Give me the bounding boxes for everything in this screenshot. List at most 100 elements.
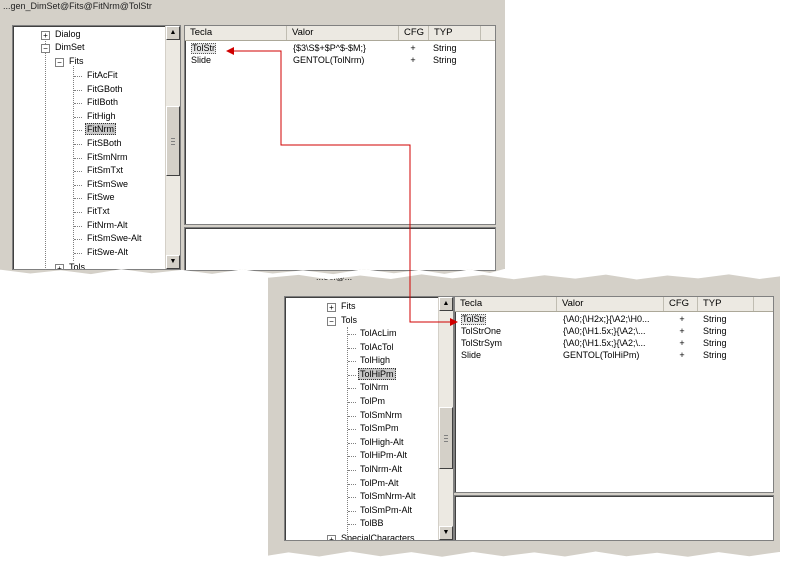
scrollbar-thumb[interactable] [166, 106, 180, 176]
description-panel[interactable] [184, 227, 496, 271]
tree-guide-line [348, 510, 356, 512]
down-arrow-icon[interactable]: ▼ [439, 526, 453, 540]
window-title: ...gen_DimSet@Fits@FitNrm@TolStr [3, 1, 152, 11]
tree-node-label: FitAcFit [87, 70, 118, 80]
scrollbar-thumb[interactable] [439, 407, 453, 469]
tree-node-fits[interactable]: + Fits [327, 300, 358, 313]
tree-node-specialcharacters[interactable]: + SpecialCharacters [327, 532, 417, 540]
column-header-cfg[interactable]: CFG [664, 297, 698, 311]
tree-node-fitswe[interactable]: FitSwe [85, 191, 117, 204]
tree-node-label: FitSwe-Alt [87, 246, 129, 257]
cell-cfg: + [410, 55, 416, 65]
properties-grid[interactable]: Tecla Valor CFG TYP TolStr {\A0;{\H2x;}{\… [454, 296, 774, 493]
tree-guide-line [74, 252, 82, 254]
cell-typ: String [703, 326, 727, 336]
grid-header: Tecla Valor CFG TYP [455, 297, 773, 312]
tree-node-fitsmswe-alt[interactable]: FitSmSwe-Alt [85, 232, 144, 245]
tree-scrollbar[interactable]: ▲ ▼ [438, 297, 453, 540]
tree-node-dialog[interactable]: + Dialog [41, 28, 83, 41]
tree-node-tolpm-alt[interactable]: TolPm-Alt [358, 477, 401, 490]
plus-box-icon[interactable]: + [55, 264, 64, 269]
tree-node-label: Tols [69, 262, 86, 270]
tree-guide-line [74, 144, 82, 145]
screenshot-window-top: ...gen_DimSet@Fits@FitNrm@TolStr + Dialo… [0, 0, 505, 275]
tree-node-fits[interactable]: − Fits [55, 55, 86, 68]
cell-tecla: TolStr [461, 314, 487, 325]
column-header-typ[interactable]: TYP [698, 297, 754, 311]
properties-grid[interactable]: Tecla Valor CFG TYP TolStr {$3\S$+$P^$-$M… [184, 25, 496, 225]
tree-node-tolpm[interactable]: TolPm [358, 395, 387, 408]
cell-cfg: + [679, 326, 685, 336]
tree-node-tolhipm[interactable]: TolHiPm [358, 367, 396, 381]
tree-node-tolsmnrm[interactable]: TolSmNrm [358, 409, 404, 422]
up-arrow-icon[interactable]: ▲ [166, 26, 180, 40]
down-arrow-icon[interactable]: ▼ [166, 255, 180, 269]
tree-guide-line [74, 116, 82, 118]
minus-box-icon[interactable]: − [55, 58, 64, 67]
tree-node-fitsmtxt[interactable]: FitSmTxt [85, 164, 125, 177]
tree-node-fitnrm-alt[interactable]: FitNrm-Alt [85, 219, 130, 232]
tree-node-tols[interactable]: − Tols [327, 314, 359, 327]
table-row[interactable]: Slide GENTOL(TolNrm) + String [185, 55, 495, 66]
tree-node-fitsmnrm[interactable]: FitSmNrm [85, 151, 130, 164]
tree-node-fitgboth[interactable]: FitGBoth [85, 83, 125, 96]
tree-node-fitnrm[interactable]: FitNrm [85, 123, 116, 136]
tree-node-tolaclim[interactable]: TolAcLim [358, 327, 399, 340]
table-row[interactable]: TolStr {\A0;{\H2x;}{\A2;\H0... + String [455, 314, 773, 325]
cell-typ: String [703, 338, 727, 348]
up-arrow-icon[interactable]: ▲ [439, 297, 453, 311]
column-header-valor[interactable]: Valor [557, 297, 664, 311]
column-header-tecla[interactable]: Tecla [455, 297, 557, 311]
tree-node-label: DimSet [55, 42, 85, 52]
tree-node-fitsmswe[interactable]: FitSmSwe [85, 178, 130, 191]
tree-node-fitacfit[interactable]: FitAcFit [85, 69, 120, 82]
tree-node-tolnrm[interactable]: TolNrm [358, 381, 391, 394]
column-header-typ[interactable]: TYP [429, 26, 481, 40]
tree-node-tolhigh[interactable]: TolHigh [358, 354, 392, 367]
tree-node-tolactol[interactable]: TolAcTol [358, 341, 396, 354]
tree-node-label: FitNrm [85, 123, 116, 136]
tree-guide-line [348, 429, 356, 431]
tree-node-fittxt[interactable]: FitTxt [85, 205, 112, 218]
tree-node-tolsmpm-alt[interactable]: TolSmPm-Alt [358, 504, 414, 517]
tree-guide-line [74, 184, 82, 186]
tree-panel[interactable]: + Dialog − DimSet − Fits FitAcFit FitGBot… [12, 25, 181, 270]
tree-node-label: FitNrm-Alt [87, 219, 128, 230]
tree-node-fitsboth[interactable]: FitSBoth [85, 137, 124, 150]
column-header-valor[interactable]: Valor [287, 26, 399, 40]
tree-node-label: FitGBoth [87, 83, 123, 94]
column-header-tecla[interactable]: Tecla [185, 26, 287, 40]
tree-node-tolhipm-alt[interactable]: TolHiPm-Alt [358, 449, 409, 462]
tree-node-label: FitSwe [87, 192, 115, 203]
plus-box-icon[interactable]: + [41, 31, 50, 40]
tree-node-tolnrm-alt[interactable]: TolNrm-Alt [358, 463, 404, 476]
column-header-cfg[interactable]: CFG [399, 26, 429, 40]
minus-box-icon[interactable]: − [327, 317, 336, 326]
table-row[interactable]: Slide GENTOL(TolHiPm) + String [455, 350, 773, 361]
tree-node-label: TolAcTol [360, 341, 394, 352]
minus-box-icon[interactable]: − [41, 44, 50, 53]
table-row[interactable]: TolStrOne {\A0;{\H1.5x;}{\A2;\... + String [455, 326, 773, 337]
tree-scrollbar[interactable]: ▲ ▼ [165, 26, 180, 269]
tree-node-tols[interactable]: + Tols [55, 261, 87, 270]
tree-node-fitiboth[interactable]: FitIBoth [85, 96, 120, 109]
plus-box-icon[interactable]: + [327, 535, 336, 540]
tree-node-tolsmnrm-alt[interactable]: TolSmNrm-Alt [358, 490, 418, 503]
description-panel[interactable] [454, 495, 774, 541]
tree-node-fithigh[interactable]: FitHigh [85, 110, 118, 123]
table-row[interactable]: TolStrSym {\A0;{\H1.5x;}{\A2;\... + String [455, 338, 773, 349]
tree-node-tolhigh-alt[interactable]: TolHigh-Alt [358, 436, 406, 449]
tree-node-dimset[interactable]: − DimSet [41, 41, 87, 54]
tree-node-tolsmpm[interactable]: TolSmPm [358, 422, 401, 435]
table-row[interactable]: TolStr {$3\S$+$P^$-$M;} + String [185, 43, 495, 54]
tree-guide-line [348, 347, 356, 349]
plus-box-icon[interactable]: + [327, 303, 336, 312]
tree-guide-line [348, 470, 356, 471]
tree-node-fitswe-alt[interactable]: FitSwe-Alt [85, 246, 130, 259]
cell-cfg: + [679, 350, 685, 360]
tree-node-label: TolAcLim [360, 328, 397, 338]
tree-panel[interactable]: + Fits − Tols TolAcLim TolAcTol TolHigh Tol… [284, 296, 454, 541]
tree-node-label: FitSBoth [87, 138, 122, 148]
tree-node-tolbb[interactable]: TolBB [358, 517, 386, 530]
tree-node-label: FitSmSwe [87, 178, 129, 189]
